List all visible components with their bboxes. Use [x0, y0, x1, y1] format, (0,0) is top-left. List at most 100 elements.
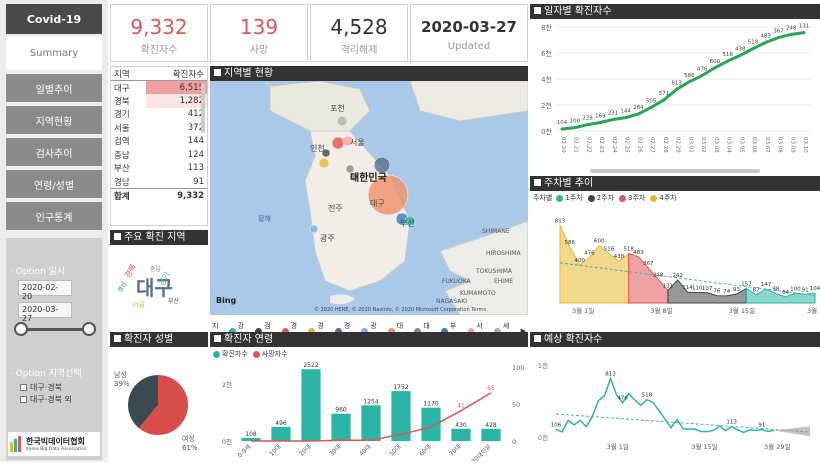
- table-row[interactable]: 서울 372: [111, 121, 207, 135]
- date-start-input[interactable]: 2020-02-20: [18, 280, 72, 301]
- x-tick-label: 03.03: [713, 137, 719, 153]
- data-label: 91: [758, 423, 765, 429]
- count-cell: 412: [187, 109, 204, 120]
- pie-pct-male: 39%: [114, 380, 130, 388]
- map-bubble: [345, 164, 355, 174]
- weekly-legend-title: 주차별: [533, 194, 553, 202]
- date-end-input[interactable]: 2020-03-27: [18, 302, 72, 323]
- table-row[interactable]: 대구 6,515: [111, 80, 207, 94]
- table-row[interactable]: 충남 124: [111, 148, 207, 162]
- data-label: 367: [773, 29, 784, 35]
- y-tick-label: 8천: [541, 23, 552, 32]
- x-tick-label: 03.07: [764, 137, 770, 153]
- age-legend: 확진자수 사망자수: [210, 347, 528, 361]
- date-slider-start-handle[interactable]: [14, 322, 28, 336]
- data-label: 152: [741, 281, 752, 287]
- option-region-label: · Option 지역선택: [10, 369, 82, 379]
- map-label-hiroshima: HIROSHIMA: [486, 250, 521, 257]
- word-chungnam: 충남: [150, 265, 162, 273]
- nav-age-gender[interactable]: 연령/성별: [6, 170, 102, 198]
- date-slider-end-handle[interactable]: [82, 322, 96, 336]
- death-label: 41: [457, 403, 465, 410]
- data-point: [751, 47, 755, 51]
- nav-summary[interactable]: Summary: [6, 36, 102, 70]
- y-tick-label: 0천: [538, 433, 548, 442]
- col-header-region[interactable]: 지역: [111, 67, 147, 81]
- table-row[interactable]: 경기 412: [111, 108, 207, 122]
- map-label-fukuoka: FUKUOKA: [442, 278, 472, 285]
- weekly-legend-item[interactable]: 4주차: [650, 193, 677, 203]
- count-cell: 144: [187, 136, 204, 147]
- chart-scrollbar[interactable]: [590, 169, 760, 173]
- region-cell: 경남: [114, 177, 130, 188]
- data-point: [789, 32, 793, 36]
- x-tick-label: 02.29: [675, 137, 681, 153]
- legend-dot: [587, 194, 595, 202]
- table-row[interactable]: 검역 144: [111, 135, 207, 149]
- table-scrollbar[interactable]: [201, 83, 205, 133]
- data-label: 518: [642, 393, 653, 399]
- table-row[interactable]: 경남 91: [111, 175, 207, 189]
- nav-population[interactable]: 인구통계: [6, 202, 102, 230]
- nav-region-status[interactable]: 지역현황: [6, 106, 102, 134]
- data-point: [713, 66, 717, 70]
- kpi-updated-value: 2020-03-27: [421, 18, 517, 36]
- map-label-shimane: SHIMANE: [482, 228, 510, 235]
- nav-test-trend[interactable]: 검사추이: [6, 138, 102, 166]
- region-option-other[interactable]: 대구·경북 외: [20, 394, 72, 405]
- legend-label: 2주차: [596, 194, 615, 202]
- weekly-legend-item[interactable]: 1주차: [556, 193, 583, 203]
- data-label: 586: [684, 73, 695, 79]
- age-legend-item[interactable]: 사망자수: [252, 349, 288, 359]
- data-point: [777, 36, 781, 40]
- legend-label: 확진자수: [222, 350, 248, 358]
- data-label: 476: [697, 67, 708, 73]
- count-cell: 91: [193, 176, 204, 187]
- map-bubble: [336, 115, 348, 127]
- x-tick-label: 60대: [417, 443, 432, 458]
- pie-label-female: 여성: [182, 434, 195, 443]
- data-label: 248: [786, 25, 797, 31]
- checkbox-icon: [20, 396, 27, 403]
- date-slider-track: [18, 328, 90, 331]
- data-label: 483: [633, 250, 644, 256]
- x-tick-label: 80대이상: [470, 442, 493, 461]
- kpi-deaths: 139 사망: [210, 4, 308, 62]
- bar-label: 108: [245, 431, 257, 438]
- table-row[interactable]: 경북 1,282: [111, 94, 207, 108]
- map-label-incheon: 인천: [310, 143, 325, 153]
- x-tick-label: 03.02: [700, 137, 706, 153]
- data-label: 98: [772, 287, 779, 293]
- x-tick-label: 02.27: [649, 137, 655, 153]
- nav-daily-trend[interactable]: 일별추이: [6, 74, 102, 102]
- table-total-row: 합계 9,332: [111, 188, 207, 203]
- data-label: 93: [733, 287, 740, 293]
- data-label: 107: [702, 286, 713, 292]
- table-row[interactable]: 부산 113: [111, 162, 207, 176]
- data-label: 600: [710, 59, 721, 65]
- data-point: [802, 31, 806, 35]
- data-label: 91: [802, 287, 809, 293]
- age-bar: [451, 428, 471, 441]
- x-tick-label: 0-9세: [236, 443, 252, 459]
- weekly-legend-item[interactable]: 2주차: [587, 193, 615, 203]
- weekly-legend-item[interactable]: 3주차: [619, 193, 645, 203]
- age-bar: [271, 426, 291, 441]
- russia-shape: [409, 80, 529, 122]
- weekly-chart-header: 주차별 추이: [530, 176, 820, 191]
- map-label-gwangju: 광주: [320, 233, 335, 243]
- word-gyeongnam: 경남: [116, 280, 129, 294]
- col-header-count[interactable]: 확진자수: [146, 67, 207, 81]
- data-label: 476: [617, 396, 628, 402]
- map-label-busan: 부산: [400, 218, 415, 228]
- region-cell: 부산: [114, 164, 130, 175]
- region-map[interactable]: 대한민국 포천 서울 인천 대구 부산 광주 전주 황해 SHIMANE HIR…: [210, 80, 529, 316]
- weekly-chart: 8135864004766005164385184833672481312421…: [555, 218, 820, 315]
- map-bubble: [318, 157, 330, 169]
- data-label: 571: [659, 91, 670, 97]
- kpi-released: 4,528 격리해제: [310, 4, 408, 62]
- total-value: 9,332: [177, 190, 204, 201]
- age-legend-item[interactable]: 확진자수: [213, 349, 248, 359]
- region-option-daegu-gyeongbuk[interactable]: 대구·경북: [20, 382, 62, 393]
- data-label: 76: [713, 289, 720, 295]
